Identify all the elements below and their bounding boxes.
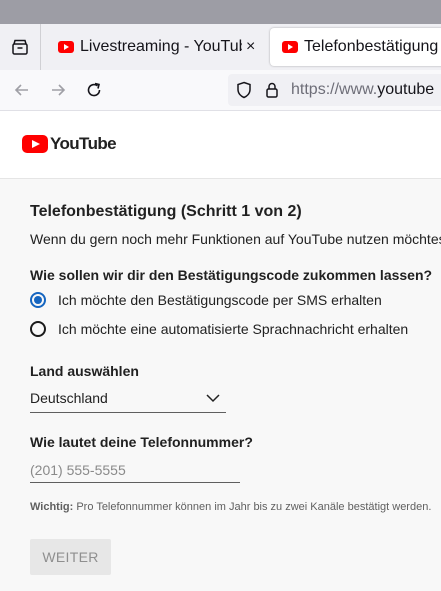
youtube-favicon-icon: [282, 41, 298, 53]
radio-voice[interactable]: [30, 321, 46, 337]
tab-close-icon[interactable]: ×: [246, 38, 255, 56]
navigation-bar: https://www.youtube: [0, 70, 441, 111]
reload-button[interactable]: [82, 78, 106, 102]
address-bar[interactable]: https://www.youtube: [228, 74, 441, 106]
page-title: Telefonbestätigung (Schritt 1 von 2): [30, 203, 302, 220]
youtube-wordmark: YouTube: [50, 134, 117, 153]
tab-tray-icon: [12, 39, 28, 55]
note-bold: Wichtig:: [30, 501, 74, 513]
method-question: Wie sollen wir dir den Bestätigungscode …: [30, 267, 433, 283]
forward-arrow-icon: [52, 84, 66, 96]
option-voice[interactable]: Ich möchte eine automatisierte Sprachnac…: [30, 321, 408, 337]
tab-bar: Livestreaming - YouTube × Telefonbestäti…: [0, 24, 441, 71]
country-select[interactable]: Deutschland: [30, 387, 226, 413]
forward-button[interactable]: [46, 78, 70, 102]
country-label: Land auswählen: [30, 363, 139, 379]
weiter-button[interactable]: WEITER: [30, 539, 111, 575]
youtube-favicon-icon: [58, 41, 74, 53]
url-scheme: https://www.: [291, 81, 378, 98]
radio-sms[interactable]: [30, 292, 46, 308]
youtube-header: YouTube: [0, 111, 441, 179]
url-host: youtube: [377, 81, 435, 98]
youtube-logo[interactable]: YouTube: [22, 134, 117, 154]
lock-icon[interactable]: [262, 80, 282, 100]
reload-icon: [87, 82, 101, 97]
phone-input[interactable]: [30, 458, 240, 483]
tab-title: Telefonbestätigung: [304, 38, 439, 55]
url-text[interactable]: https://www.youtube: [291, 81, 434, 99]
country-value: Deutschland: [30, 390, 108, 406]
option-voice-label[interactable]: Ich möchte eine automatisierte Sprachnac…: [58, 321, 408, 337]
youtube-play-icon: [22, 135, 48, 153]
tab-tray-button[interactable]: [0, 24, 41, 70]
tracking-protection-shield-icon[interactable]: [234, 80, 254, 100]
option-sms-label[interactable]: Ich möchte den Bestätigungscode per SMS …: [58, 292, 382, 308]
note-text: Pro Telefonnummer können im Jahr bis zu …: [73, 501, 432, 513]
tab-title: Livestreaming - YouTube: [80, 38, 242, 55]
intro-text: Wenn du gern noch mehr Funktionen auf Yo…: [30, 231, 441, 247]
tab-telefonbestaetigung[interactable]: Telefonbestätigung: [270, 28, 441, 66]
back-arrow-icon: [14, 84, 28, 96]
window-titlebar: [0, 0, 441, 24]
tab-livestreaming[interactable]: Livestreaming - YouTube ×: [48, 28, 264, 66]
important-note: Wichtig: Pro Telefonnummer können im Jah…: [30, 501, 431, 513]
phone-label: Wie lautet deine Telefonnummer?: [30, 434, 253, 450]
option-sms[interactable]: Ich möchte den Bestätigungscode per SMS …: [30, 292, 382, 308]
chevron-down-icon: [206, 394, 220, 403]
back-button[interactable]: [10, 78, 34, 102]
